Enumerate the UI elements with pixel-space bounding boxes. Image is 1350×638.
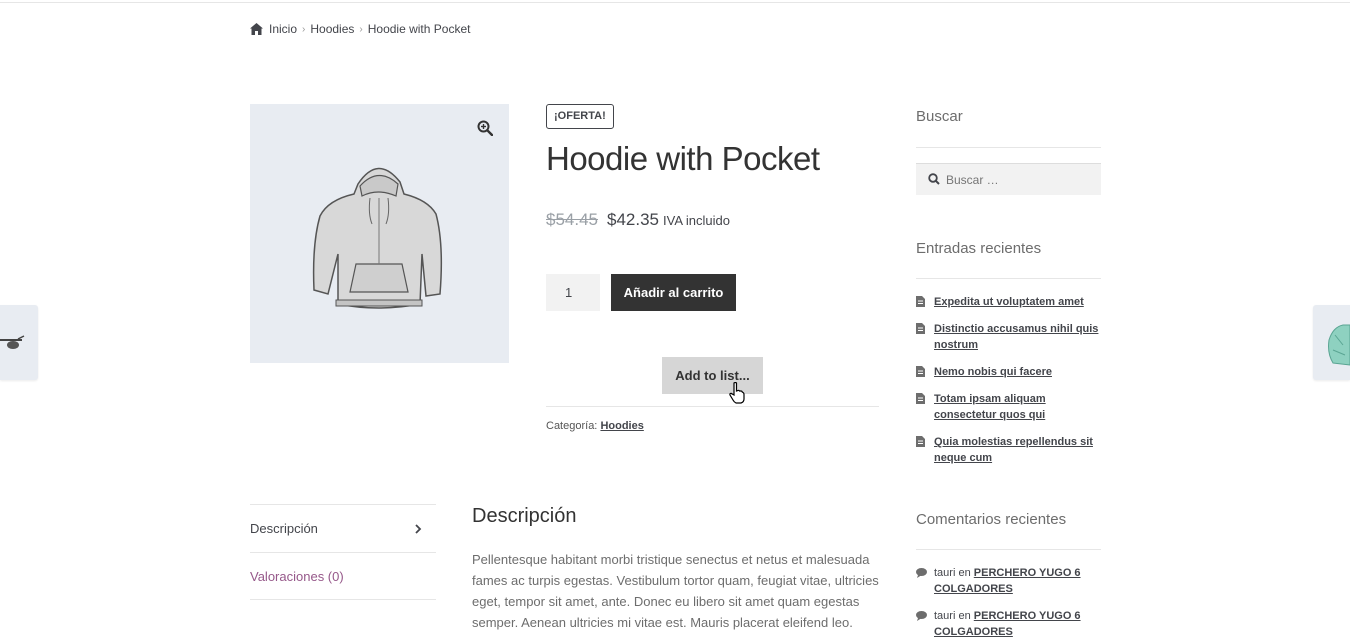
list-item: tauri en PERCHERO YUGO 6 COLGADORES	[916, 608, 1101, 638]
product-title: Hoodie with Pocket	[546, 140, 820, 177]
product-meta-divider	[546, 406, 879, 407]
breadcrumb-home-link[interactable]: Inicio	[269, 22, 297, 36]
sunglasses-icon	[0, 335, 25, 349]
search-input[interactable]	[916, 163, 1101, 195]
recent-post-link[interactable]: Distinctio accusamus nihil quis nostrum	[934, 321, 1101, 353]
document-icon	[916, 323, 925, 334]
recent-post-link[interactable]: Quia molestias repellendus sit neque cum	[934, 434, 1101, 466]
list-item: Totam ipsam aliquam consectetur quos qui	[916, 391, 1101, 423]
old-price: $54.45	[546, 210, 598, 229]
list-item: tauri en PERCHERO YUGO 6 COLGADORES	[916, 565, 1101, 597]
breadcrumb-current: Hoodie with Pocket	[367, 22, 471, 36]
comment-post-link[interactable]: PERCHERO YUGO 6 COLGADORES	[934, 610, 1081, 638]
comment-entry: tauri en PERCHERO YUGO 6 COLGADORES	[934, 565, 1101, 597]
comment-icon	[916, 568, 927, 578]
breadcrumb-separator-icon: ›	[302, 23, 306, 35]
document-icon	[916, 296, 925, 307]
comment-icon	[916, 611, 927, 621]
breadcrumb-separator-icon: ›	[359, 23, 363, 35]
recent-posts-title: Entradas recientes	[916, 240, 1042, 257]
comment-connector: en	[958, 610, 971, 622]
comment-author: tauri	[934, 567, 956, 579]
product-image[interactable]	[250, 104, 509, 363]
zoom-icon[interactable]	[477, 120, 493, 136]
comment-entry: tauri en PERCHERO YUGO 6 COLGADORES	[934, 608, 1101, 638]
list-item: Nemo nobis qui facere	[916, 364, 1101, 380]
document-icon	[916, 393, 925, 404]
tab-label: Valoraciones (0)	[250, 568, 344, 584]
sale-badge: ¡OFERTA!	[546, 104, 614, 129]
list-item: Expedita ut voluptatem amet	[916, 294, 1101, 310]
category-link[interactable]: Hoodies	[600, 420, 643, 432]
comment-author: tauri	[934, 610, 956, 622]
document-icon	[916, 366, 925, 377]
tax-note: IVA incluido	[663, 213, 730, 228]
tab-label: Descripción	[250, 521, 318, 536]
hoodie-image	[312, 167, 443, 309]
description-heading: Descripción	[472, 505, 577, 527]
breadcrumb: Inicio › Hoodies › Hoodie with Pocket	[250, 22, 470, 36]
widget-divider	[916, 278, 1101, 279]
add-to-list-button[interactable]: Add to list...	[662, 357, 763, 394]
next-product-button[interactable]	[1313, 305, 1350, 380]
comment-post-link[interactable]: PERCHERO YUGO 6 COLGADORES	[934, 567, 1081, 595]
search-widget-title: Buscar	[916, 108, 963, 125]
category-label: Categoría:	[546, 420, 598, 432]
document-icon	[916, 436, 925, 447]
search-icon	[928, 173, 940, 185]
add-to-cart-button[interactable]: Añadir al carrito	[611, 274, 736, 311]
top-border	[0, 2, 1350, 3]
sale-price: $42.35	[607, 210, 659, 229]
chevron-right-icon	[415, 523, 422, 534]
hand-cursor-icon	[729, 382, 745, 404]
tab-reviews[interactable]: Valoraciones (0)	[250, 552, 436, 600]
home-icon	[250, 23, 263, 35]
list-item: Quia molestias repellendus sit neque cum	[916, 434, 1101, 466]
recent-comments-title: Comentarios recientes	[916, 511, 1067, 528]
breadcrumb-category-link[interactable]: Hoodies	[310, 22, 354, 36]
recent-post-link[interactable]: Nemo nobis qui facere	[934, 364, 1052, 380]
widget-divider	[916, 147, 1101, 148]
widget-divider	[916, 549, 1101, 550]
list-item: Distinctio accusamus nihil quis nostrum	[916, 321, 1101, 353]
previous-product-button[interactable]	[0, 305, 38, 380]
tab-description[interactable]: Descripción	[250, 504, 436, 552]
comment-connector: en	[958, 567, 971, 579]
quantity-input[interactable]	[546, 274, 600, 311]
product-tabs: Descripción Valoraciones (0)	[250, 504, 436, 600]
recent-comments-list: tauri en PERCHERO YUGO 6 COLGADORES taur…	[916, 565, 1101, 638]
product-meta: Categoría: Hoodies	[546, 420, 644, 432]
recent-posts-list: Expedita ut voluptatem amet Distinctio a…	[916, 294, 1101, 477]
hoodie-thumbnail-icon	[1328, 324, 1350, 366]
recent-post-link[interactable]: Expedita ut voluptatem amet	[934, 294, 1084, 310]
recent-post-link[interactable]: Totam ipsam aliquam consectetur quos qui	[934, 391, 1101, 423]
product-price: $54.45 $42.35 IVA incluido	[546, 210, 730, 230]
description-text: Pellentesque habitant morbi tristique se…	[472, 552, 879, 630]
